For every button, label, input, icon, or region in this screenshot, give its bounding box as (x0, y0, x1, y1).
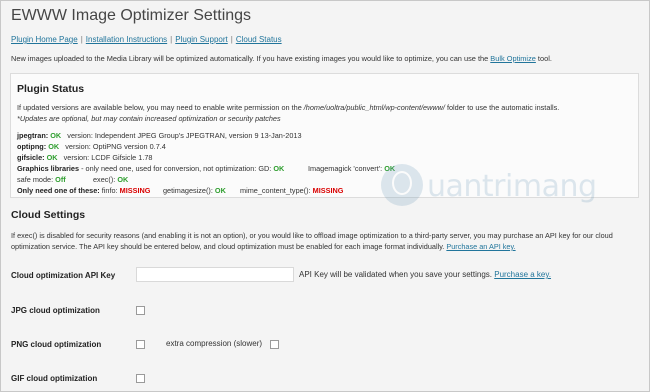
gifsicle-version: version: LCDF Gifsicle 1.78 (63, 153, 153, 162)
intro-pre: New images uploaded to the Media Library… (11, 54, 491, 63)
only-need-label: Only need one of these: (17, 186, 102, 195)
link-installation[interactable]: Installation Instructions (86, 35, 167, 44)
link-plugin-home[interactable]: Plugin Home Page (11, 35, 78, 44)
gd-ok: OK (273, 164, 285, 173)
finfo-label: finfo: (101, 186, 120, 195)
safe-mode-label: safe mode: (17, 175, 56, 184)
graphics-name: Graphics libraries (17, 164, 80, 173)
api-key-label: Cloud optimization API Key (11, 271, 116, 280)
plugin-links: Plugin Home Page | Installation Instructio… (11, 35, 282, 44)
gif-cloud-label: GIF cloud optimization (11, 374, 98, 383)
status-only-need: Only need one of these: finfo: MISSING (17, 186, 150, 195)
png-cloud-checkbox[interactable] (136, 340, 145, 349)
jpegtran-ok: OK (50, 131, 62, 140)
gif-cloud-checkbox[interactable] (136, 374, 145, 383)
link-separator: | (230, 35, 233, 44)
gifsicle-ok: OK (46, 153, 58, 162)
optipng-name: optipng: (17, 142, 47, 151)
api-note-text: API Key will be validated when you save … (299, 270, 492, 279)
status-note-pre: If updated versions are available below,… (17, 103, 304, 112)
extra-compression-checkbox[interactable] (270, 340, 279, 349)
status-note-updates: *Updates are optional, but may contain i… (17, 114, 281, 123)
gifsicle-name: gifsicle: (17, 153, 45, 162)
link-cloud-status[interactable]: Cloud Status (236, 35, 282, 44)
exec-ok: OK (117, 175, 129, 184)
jpg-cloud-label: JPG cloud optimization (11, 306, 100, 315)
purchase-key-link[interactable]: Purchase a key. (494, 270, 551, 279)
graphics-desc: - only need one, used for conversion, no… (79, 164, 274, 173)
link-support[interactable]: Plugin Support (175, 35, 227, 44)
intro-post: tool. (535, 54, 552, 63)
mime-label: mime_content_type(): (240, 186, 313, 195)
status-safe-mode: safe mode: Off (17, 175, 66, 184)
jpegtran-name: jpegtran: (17, 131, 49, 140)
finfo-missing: MISSING (119, 186, 151, 195)
optipng-ok: OK (48, 142, 60, 151)
status-optipng: optipng: OK version: OptiPNG version 0.7… (17, 142, 166, 151)
plugin-status-heading: Plugin Status (17, 83, 85, 95)
jpegtran-version: version: Independent JPEG Group's JPEGTR… (67, 131, 302, 140)
getimagesize-label: getimagesize(): (163, 186, 215, 195)
watermark-logo: uantrimang (375, 160, 645, 216)
imagick-label: Imagemagick 'convert': (308, 164, 385, 173)
bulb-icon (392, 171, 412, 195)
status-gifsicle: gifsicle: OK version: LCDF Gifsicle 1.78 (17, 153, 152, 162)
cloud-settings-description: If exec() is disabled for security reaso… (11, 230, 641, 252)
status-getimagesize: getimagesize(): OK (163, 186, 226, 195)
optipng-version: version: OptiPNG version 0.7.4 (65, 142, 166, 151)
status-note: If updated versions are available below,… (17, 103, 559, 112)
purchase-api-key-link[interactable]: Purchase an API key. (446, 242, 515, 251)
status-note-path: /home/uoltra/public_html/wp-content/ewww… (303, 103, 445, 112)
status-exec: exec(): OK (93, 175, 128, 184)
mime-missing: MISSING (312, 186, 344, 195)
jpg-cloud-checkbox[interactable] (136, 306, 145, 315)
status-mime: mime_content_type(): MISSING (240, 186, 343, 195)
api-key-note: API Key will be validated when you save … (299, 270, 551, 279)
png-cloud-label: PNG cloud optimization (11, 340, 102, 349)
status-note-post: folder to use the automatic installs. (444, 103, 560, 112)
extra-compression-label: extra compression (slower) (166, 339, 263, 348)
page-title: EWWW Image Optimizer Settings (11, 7, 252, 24)
exec-label: exec(): (93, 175, 118, 184)
link-separator: | (80, 35, 83, 44)
status-jpegtran: jpegtran: OK version: Independent JPEG G… (17, 131, 302, 140)
cloud-desc-text: If exec() is disabled for security reaso… (11, 231, 613, 251)
api-key-input[interactable] (136, 267, 294, 282)
bulk-optimize-link[interactable]: Bulk Optimize (490, 54, 536, 63)
getimagesize-ok: OK (214, 186, 226, 195)
safe-mode-off: Off (55, 175, 66, 184)
status-graphics-libraries: Graphics libraries - only need one, used… (17, 164, 284, 173)
watermark-text: uantrimang (427, 169, 597, 204)
intro-text: New images uploaded to the Media Library… (11, 54, 552, 63)
cloud-settings-heading: Cloud Settings (11, 209, 86, 221)
